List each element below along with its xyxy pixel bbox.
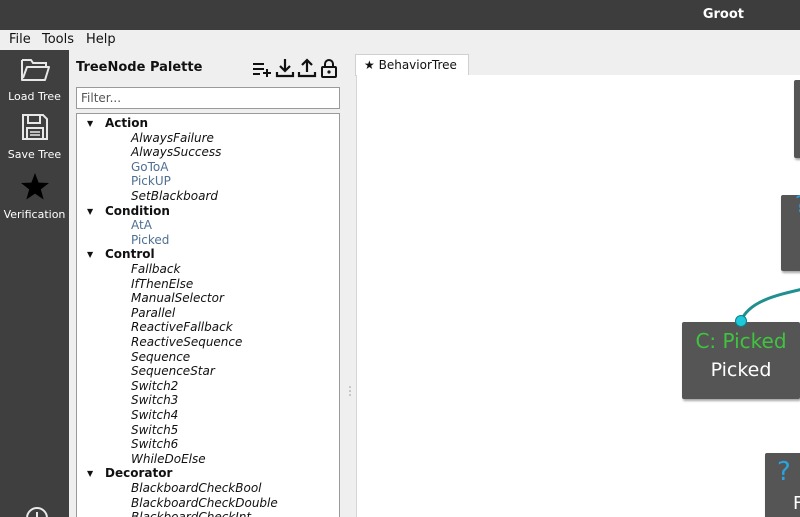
palette-node-item[interactable]: ManualSelector — [131, 291, 224, 306]
palette-node-item[interactable]: Fallback — [131, 262, 180, 277]
input-port-icon[interactable] — [734, 314, 748, 328]
title-bar: Groot — [0, 0, 800, 30]
palette-node-item[interactable]: AlwaysFailure — [131, 131, 214, 146]
palette-node-item[interactable]: Switch4 — [131, 408, 178, 423]
save-tree-label: Save Tree — [7, 148, 62, 161]
palette-node-item[interactable]: PickUP — [131, 174, 171, 189]
menu-tools[interactable]: Tools — [42, 32, 74, 47]
export-upload-icon[interactable] — [297, 58, 317, 78]
treenode-palette-panel: TreeNode Palette ▼ ActionAlwaysFailureAlw… — [69, 50, 347, 517]
palette-node-item[interactable]: IfThenElse — [131, 277, 193, 292]
folder-icon — [20, 59, 50, 81]
palette-node-item[interactable]: Switch5 — [131, 423, 178, 438]
palette-node-item[interactable]: BlackboardCheckDouble — [131, 496, 278, 511]
palette-node-item[interactable]: Switch6 — [131, 437, 178, 452]
node-top-right-edge[interactable] — [794, 80, 800, 158]
palette-node-item[interactable]: SetBlackboard — [131, 189, 218, 204]
palette-node-item[interactable]: AtA — [131, 218, 152, 233]
category-label: Action — [105, 116, 149, 130]
palette-node-item[interactable]: BlackboardCheckBool — [131, 481, 262, 496]
palette-node-item[interactable]: WhileDoElse — [131, 452, 206, 467]
category-label: Condition — [105, 203, 170, 218]
palette-node-item[interactable]: Sequence — [131, 350, 190, 365]
palette-category-action[interactable]: ▼ Action — [77, 116, 337, 131]
edge-connector — [739, 288, 800, 322]
expand-arrow-icon[interactable]: ▼ — [87, 204, 93, 219]
side-toolbar: Load Tree Save Tree Verification — [0, 50, 69, 517]
palette-node-item[interactable]: ReactiveSequence — [131, 335, 242, 350]
tree-editor-canvas[interactable]: ? C: Picked Picked ? F — [356, 75, 800, 517]
node-mid-right-label: ? — [795, 193, 800, 218]
lock-icon[interactable] — [319, 58, 339, 78]
splitter-grip-icon — [349, 386, 351, 396]
palette-node-item[interactable]: BlackboardCheckInt — [131, 510, 251, 517]
palette-node-item[interactable]: GoToA — [131, 160, 168, 175]
tab-label: BehaviorTree — [378, 58, 457, 72]
import-download-icon[interactable] — [275, 58, 295, 78]
palette-node-item[interactable]: Switch2 — [131, 379, 178, 394]
node-bottom-question-label: ? — [777, 457, 791, 487]
node-bottom-sub-label: F — [793, 493, 800, 514]
palette-category-condition[interactable]: ▼ Condition — [77, 204, 337, 219]
star-icon — [20, 173, 49, 200]
save-tree-button[interactable]: Save Tree — [0, 112, 69, 168]
palette-node-item[interactable]: SequenceStar — [131, 364, 215, 379]
verification-button[interactable]: Verification — [0, 172, 69, 228]
tab-star-icon: ★ — [364, 58, 375, 72]
panel-splitter[interactable] — [347, 50, 353, 517]
add-node-icon[interactable] — [252, 58, 272, 78]
node-type-label: C: Picked — [695, 329, 787, 353]
menu-help[interactable]: Help — [86, 32, 116, 47]
palette-node-item[interactable]: Switch3 — [131, 393, 178, 408]
palette-category-control[interactable]: ▼ Control — [77, 247, 337, 262]
verification-label: Verification — [3, 208, 66, 221]
palette-node-item[interactable]: ReactiveFallback — [131, 320, 233, 335]
tab-behaviortree[interactable]: ★ BehaviorTree — [355, 54, 469, 76]
palette-title: TreeNode Palette — [76, 60, 203, 75]
settings-circle-icon[interactable] — [22, 503, 52, 517]
category-label: Control — [105, 247, 155, 262]
category-label: Decorator — [105, 466, 173, 481]
expand-arrow-icon[interactable]: ▼ — [87, 116, 93, 131]
tab-bar: ★ BehaviorTree — [353, 50, 800, 76]
load-tree-button[interactable]: Load Tree — [0, 54, 69, 110]
palette-node-item[interactable]: AlwaysSuccess — [131, 145, 221, 160]
node-instance-name: Picked — [710, 359, 772, 381]
palette-category-decorator[interactable]: ▼ Decorator — [77, 466, 337, 481]
expand-arrow-icon[interactable]: ▼ — [87, 466, 93, 481]
palette-tree: ▼ Action AlwaysFailure AlwaysSuccess GoToA Pi… — [76, 113, 340, 517]
window-title: Groot — [702, 7, 744, 22]
node-mid-right[interactable]: ? — [781, 193, 800, 271]
node-condition-picked[interactable]: C: Picked Picked — [682, 322, 800, 399]
palette-node-item[interactable]: Parallel — [131, 306, 175, 321]
floppy-disk-icon — [21, 114, 48, 140]
menu-bar: File Tools Help — [0, 30, 800, 50]
palette-filter-input[interactable] — [76, 87, 340, 109]
connections-layer — [739, 288, 800, 322]
node-bottom-right[interactable]: ? F — [765, 453, 800, 517]
expand-arrow-icon[interactable]: ▼ — [87, 247, 93, 262]
load-tree-label: Load Tree — [8, 90, 61, 103]
palette-node-item[interactable]: Picked — [131, 233, 169, 248]
menu-file[interactable]: File — [9, 32, 31, 47]
